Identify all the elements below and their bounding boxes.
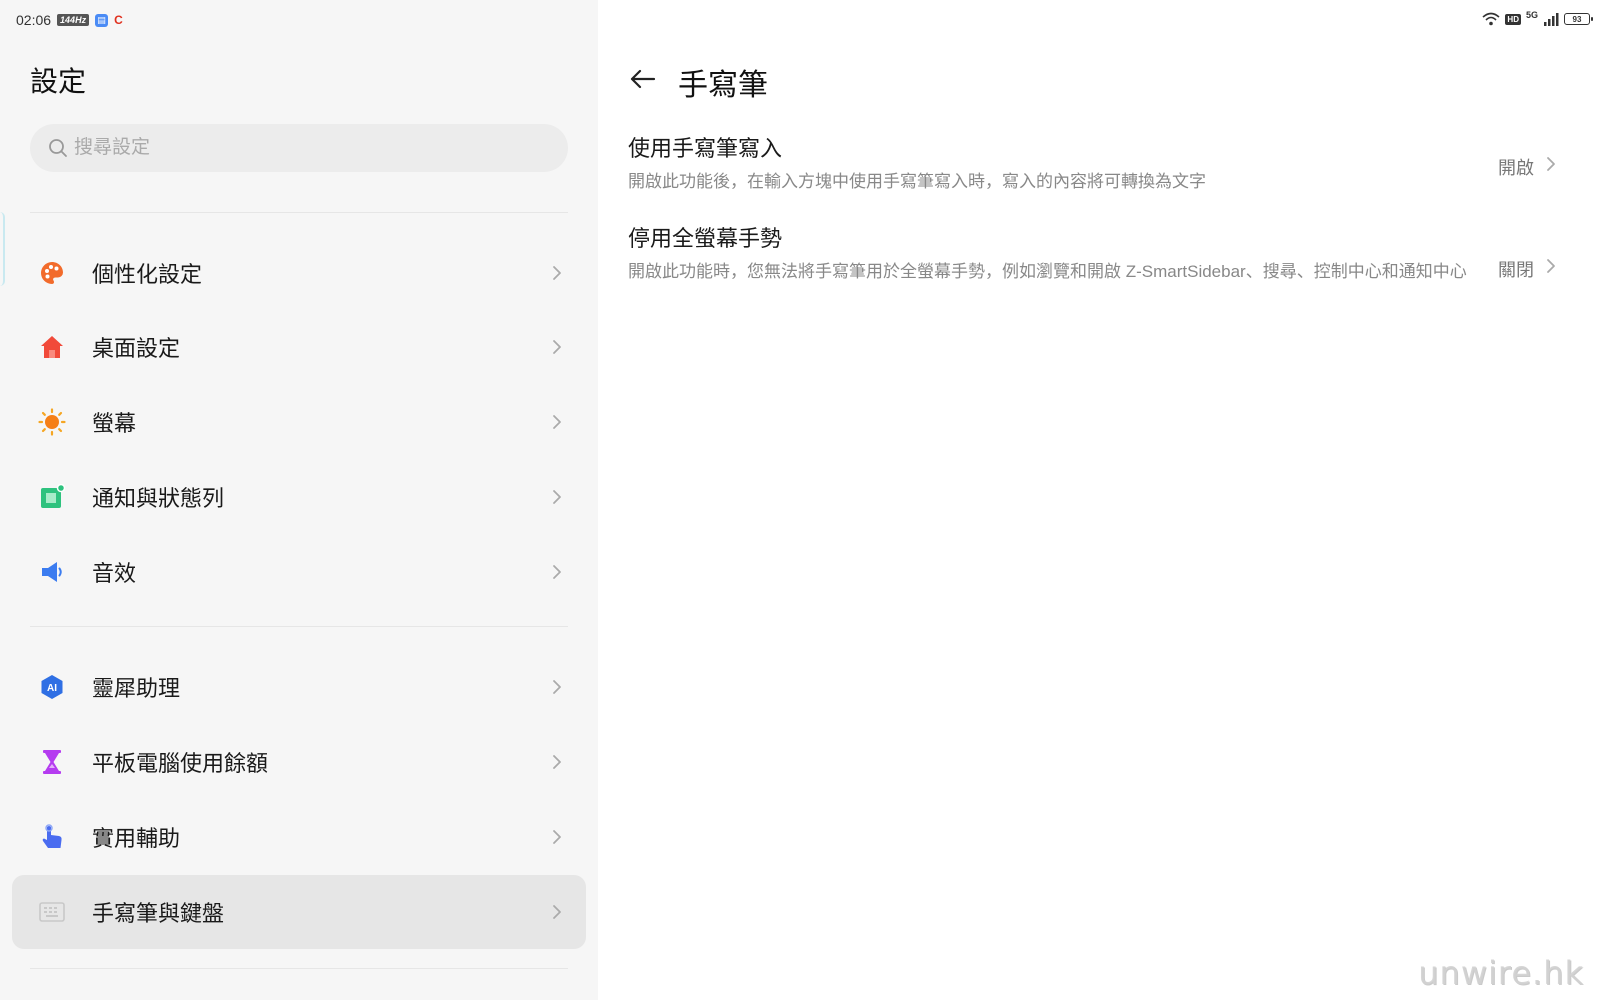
battery-icon: 93	[1564, 13, 1593, 25]
network-type: 5G	[1525, 10, 1538, 20]
wifi-icon	[1482, 12, 1500, 26]
speaker-icon	[38, 558, 66, 586]
sidebar-item-label: 螢幕	[92, 411, 137, 436]
section-divider	[30, 626, 568, 627]
sidebar-item-label: 手寫筆與鍵盤	[92, 901, 225, 926]
pref-value: 開啟	[1498, 158, 1534, 178]
status-bar-left: 02:06 144Hz ▤ C	[16, 10, 123, 30]
chevron-right-icon	[1547, 259, 1555, 273]
pref-title: 使用手寫筆寫入	[628, 136, 783, 161]
hd-badge: HD	[1505, 13, 1521, 25]
chevron-right-icon	[553, 755, 561, 769]
pref-row-disable-gestures[interactable]: 停用全螢幕手勢 開啟此功能時，您無法將手寫筆用於全螢幕手勢，例如瀏覽和開啟 Z-…	[628, 224, 1578, 320]
sidebar-item-stylus-keyboard[interactable]: 手寫筆與鍵盤	[12, 875, 586, 949]
record-notification-icon: C	[114, 13, 123, 27]
keyboard-icon	[38, 898, 66, 926]
back-button[interactable]	[626, 62, 660, 96]
search-icon	[49, 139, 67, 157]
sidebar-item-display[interactable]: 螢幕	[12, 385, 586, 459]
ai-assistant-icon: AI	[38, 673, 66, 701]
section-divider	[30, 968, 568, 969]
sidebar-item-label: 桌面設定	[92, 336, 181, 361]
chevron-right-icon	[1547, 157, 1555, 171]
detail-title: 手寫筆	[678, 69, 768, 102]
sidebar-item-notifications[interactable]: 通知與狀態列	[12, 460, 586, 534]
sidebar-item-ai-assistant[interactable]: AI 靈犀助理	[12, 650, 586, 724]
chevron-right-icon	[553, 680, 561, 694]
section-divider	[30, 212, 568, 213]
edge-handle[interactable]	[0, 212, 5, 286]
sidebar-item-accessibility[interactable]: 實用輔助	[12, 800, 586, 874]
chevron-right-icon	[553, 266, 561, 280]
status-time: 02:06	[16, 12, 52, 28]
notification-icon	[38, 483, 66, 511]
home-icon	[38, 333, 66, 361]
sidebar-item-sound[interactable]: 音效	[12, 535, 586, 609]
app-notification-icon: ▤	[95, 13, 109, 27]
sidebar-item-label: 個性化設定	[92, 262, 203, 287]
pref-description: 開啟此功能後，在輸入方塊中使用手寫筆寫入時，寫入的內容將可轉換為文字	[628, 172, 1206, 191]
chevron-right-icon	[553, 830, 561, 844]
sidebar-item-tablet-usage[interactable]: 平板電腦使用餘額	[12, 725, 586, 799]
sidebar-item-label: 實用輔助	[92, 826, 181, 851]
page-title: 設定	[30, 66, 87, 97]
palette-icon	[38, 259, 66, 287]
signal-icon	[1544, 13, 1559, 26]
pref-description: 開啟此功能時，您無法將手寫筆用於全螢幕手勢，例如瀏覽和開啟 Z-SmartSid…	[628, 262, 1467, 281]
hourglass-icon	[38, 748, 66, 776]
pref-title: 停用全螢幕手勢	[628, 226, 783, 251]
sidebar-item-label: 靈犀助理	[92, 676, 181, 701]
watermark: unwire.hk	[1418, 954, 1584, 992]
hand-pointer-icon	[38, 823, 66, 851]
chevron-right-icon	[553, 340, 561, 354]
sidebar-item-label: 通知與狀態列	[92, 486, 225, 511]
refresh-rate-badge: 144Hz	[57, 14, 90, 26]
chevron-right-icon	[553, 490, 561, 504]
sidebar-item-home-screen[interactable]: 桌面設定	[12, 310, 586, 384]
sidebar-item-personalization[interactable]: 個性化設定	[12, 236, 586, 310]
chevron-right-icon	[553, 565, 561, 579]
pref-row-stylus-writing[interactable]: 使用手寫筆寫入 開啟此功能後，在輸入方塊中使用手寫筆寫入時，寫入的內容將可轉換為…	[628, 134, 1578, 204]
chevron-right-icon	[553, 415, 561, 429]
svg-text:AI: AI	[47, 683, 57, 694]
chevron-right-icon	[553, 905, 561, 919]
status-bar-right: HD 5G 93	[1482, 9, 1593, 29]
sidebar-item-label: 音效	[92, 561, 137, 586]
sidebar-item-label: 平板電腦使用餘額	[92, 751, 269, 776]
search-bar[interactable]	[30, 124, 568, 172]
search-input[interactable]	[74, 137, 554, 159]
back-arrow-icon	[630, 69, 656, 89]
sun-icon	[38, 408, 66, 436]
pref-value: 關閉	[1498, 260, 1534, 280]
